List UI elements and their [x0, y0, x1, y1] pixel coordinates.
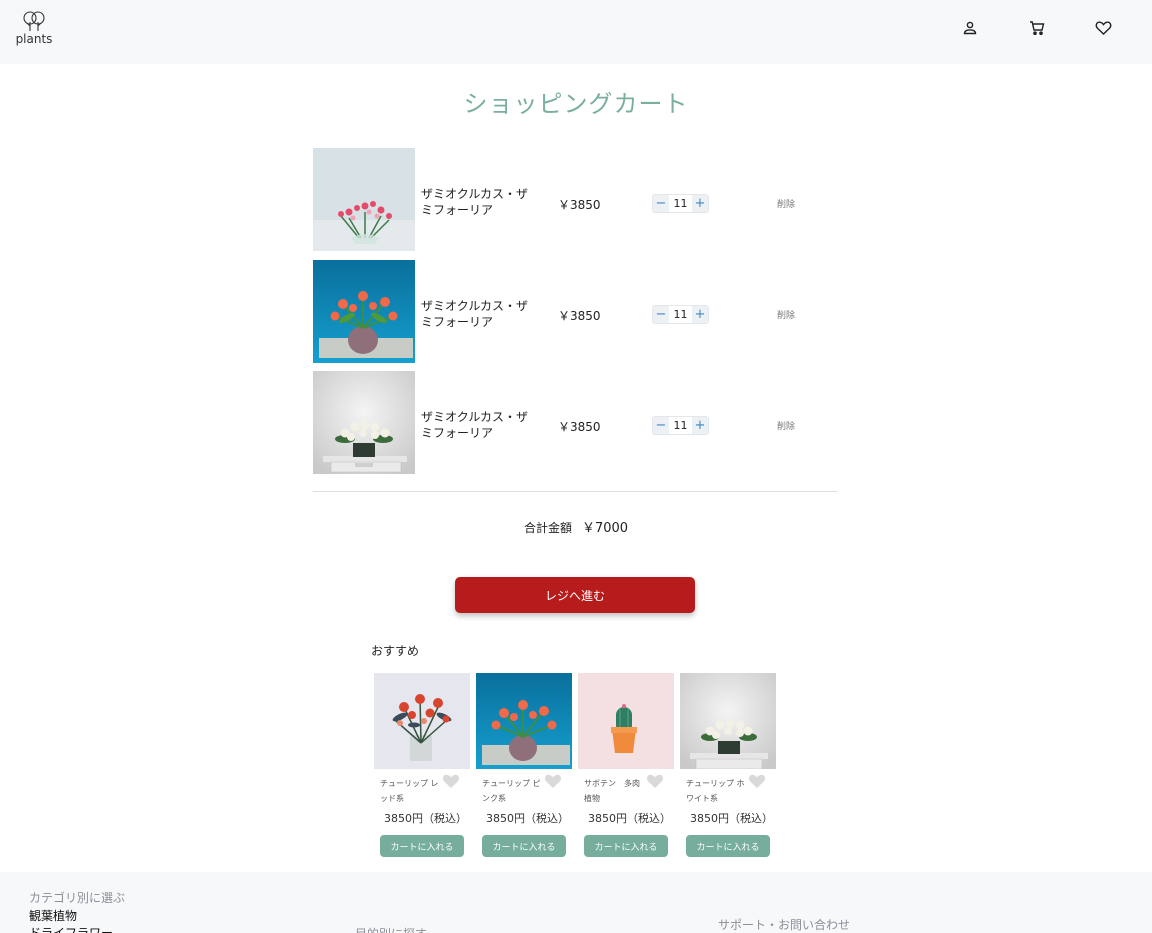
product-thumbnail[interactable] [313, 371, 415, 474]
add-to-cart-button[interactable]: カートに入れる [584, 835, 668, 857]
cart-item: ザミオクルカス・ザミフォーリア ￥3850 − 11 + 削除 [313, 371, 838, 474]
cart-total: 合計金額 ￥7000 [0, 517, 1152, 536]
product-name: サボテン 多肉植物 [584, 779, 640, 803]
product-image[interactable] [680, 673, 776, 769]
cart-item: ザミオクルカス・ザミフォーリア ￥3850 − 11 + 削除 [313, 148, 838, 251]
product-card: チューリップ レッド系 3850円（税込） カートに入れる [374, 673, 470, 863]
item-price: ￥3850 [558, 309, 601, 323]
product-image[interactable] [578, 673, 674, 769]
logo[interactable]: plants [14, 10, 54, 48]
total-label: 合計金額 [523, 521, 572, 535]
product-name: チューリップ レッド系 [380, 779, 439, 803]
cart-divider [313, 491, 838, 492]
item-name: ザミオクルカス・ザミフォーリア [421, 410, 529, 440]
footer-purpose-heading: 目的別に探す [355, 925, 427, 933]
decrease-qty-button[interactable]: − [653, 417, 669, 434]
item-price: ￥3850 [558, 420, 601, 434]
footer-support-heading: サポート・お問い合わせ [718, 918, 851, 932]
product-name: チューリップ ホワイト系 [686, 779, 745, 803]
cart-item: ザミオクルカス・ザミフォーリア ￥3850 − 11 + 削除 [313, 260, 838, 363]
product-image[interactable] [476, 673, 572, 769]
product-thumbnail[interactable] [313, 148, 415, 251]
product-price: 3850円（税込） [384, 812, 467, 825]
product-card: チューリップ ホワイト系 3850円（税込） カートに入れる [680, 673, 776, 863]
product-price: 3850円（税込） [588, 812, 671, 825]
item-price: ￥3850 [558, 198, 601, 212]
checkout-button[interactable]: レジへ進む [455, 577, 695, 613]
quantity-stepper[interactable]: − 11 + [652, 305, 709, 324]
add-to-cart-button[interactable]: カートに入れる [686, 835, 770, 857]
tree-logo-icon [23, 11, 45, 31]
item-name: ザミオクルカス・ザミフォーリア [421, 299, 529, 329]
product-price: 3850円（税込） [690, 812, 773, 825]
cart-icon[interactable] [1027, 18, 1047, 38]
quantity-value[interactable]: 11 [669, 306, 692, 323]
decrease-qty-button[interactable]: − [653, 306, 669, 323]
product-price: 3850円（税込） [486, 812, 569, 825]
favorite-heart-icon[interactable] [544, 773, 564, 791]
item-name: ザミオクルカス・ザミフォーリア [421, 187, 529, 217]
delete-link[interactable]: 削除 [777, 419, 795, 432]
heart-icon[interactable] [1093, 18, 1113, 38]
site-header: plants [0, 0, 1152, 64]
product-thumbnail[interactable] [313, 260, 415, 363]
footer-category-heading: カテゴリ別に選ぶ [29, 891, 126, 905]
quantity-value[interactable]: 11 [669, 417, 692, 434]
delete-link[interactable]: 削除 [777, 308, 795, 321]
favorite-heart-icon[interactable] [646, 773, 666, 791]
quantity-stepper[interactable]: − 11 + [652, 416, 709, 435]
user-icon[interactable] [960, 18, 980, 38]
increase-qty-button[interactable]: + [692, 417, 708, 434]
add-to-cart-button[interactable]: カートに入れる [380, 835, 464, 857]
product-card: チューリップ ピンク系 3850円（税込） カートに入れる [476, 673, 572, 863]
delete-link[interactable]: 削除 [777, 197, 795, 210]
product-card: サボテン 多肉植物 3850円（税込） カートに入れる [578, 673, 674, 863]
decrease-qty-button[interactable]: − [653, 195, 669, 212]
product-image[interactable] [374, 673, 470, 769]
recommend-title: おすすめ [371, 644, 420, 658]
favorite-heart-icon[interactable] [748, 773, 768, 791]
add-to-cart-button[interactable]: カートに入れる [482, 835, 566, 857]
increase-qty-button[interactable]: + [692, 306, 708, 323]
increase-qty-button[interactable]: + [692, 195, 708, 212]
logo-text: plants [15, 32, 53, 46]
product-name: チューリップ ピンク系 [482, 779, 541, 803]
favorite-heart-icon[interactable] [442, 773, 462, 791]
quantity-value[interactable]: 11 [669, 195, 692, 212]
footer-link-foliage[interactable]: 観葉植物 [29, 907, 77, 924]
quantity-stepper[interactable]: − 11 + [652, 194, 709, 213]
footer-link-dried-flower[interactable]: ドライフラワー [29, 924, 113, 933]
site-footer: カテゴリ別に選ぶ 観葉植物 ドライフラワー 目的別に探す サポート・お問い合わせ [0, 872, 1152, 933]
page-title: ショッピングカート [463, 90, 689, 118]
total-amount: ￥7000 [581, 521, 629, 536]
